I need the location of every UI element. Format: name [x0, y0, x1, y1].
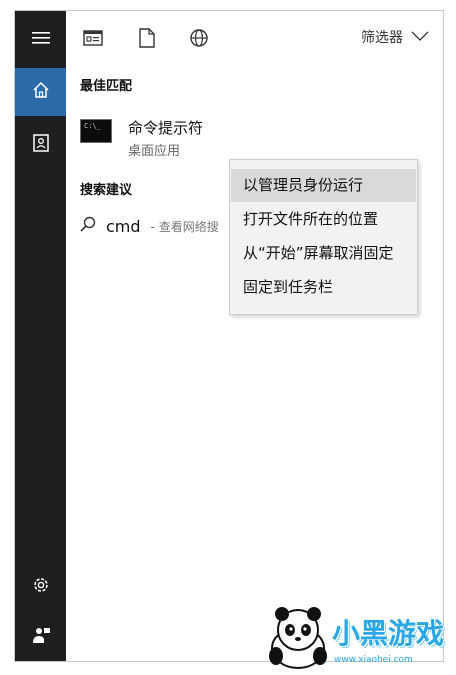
filter-label: 筛选器 [361, 30, 403, 46]
settings-icon [31, 575, 51, 599]
start-search-panel: 筛选器 最佳匹配 C:\_ 命令提示符 桌面应用 搜索建议 cmd - 查看网络… [14, 10, 444, 662]
search-suggestions-heading: 搜索建议 [80, 183, 133, 198]
settings-button[interactable] [15, 563, 66, 611]
menu-item-unpin-from-start[interactable]: 从“开始”屏幕取消固定 [231, 237, 416, 270]
left-rail [15, 11, 66, 661]
context-menu: 以管理员身份运行 打开文件所在的位置 从“开始”屏幕取消固定 固定到任务栏 [229, 159, 418, 315]
home-button[interactable] [15, 68, 66, 116]
home-icon [32, 81, 50, 103]
filter-dropdown[interactable]: 筛选器 [361, 27, 429, 47]
menu-icon [31, 30, 50, 49]
suggestion-hint: - 查看网络搜 [150, 219, 219, 234]
watermark-text: 小黑游戏 [332, 617, 445, 650]
search-results-pane: 筛选器 最佳匹配 C:\_ 命令提示符 桌面应用 搜索建议 cmd - 查看网络… [66, 11, 443, 661]
command-prompt-icon: C:\_ [80, 119, 112, 143]
globe-icon[interactable] [188, 27, 210, 49]
feedback-icon [31, 625, 51, 649]
document-icon[interactable] [136, 27, 158, 49]
document-grid-icon[interactable] [82, 27, 104, 49]
menu-button[interactable] [15, 15, 66, 63]
notebook-icon [32, 134, 49, 156]
watermark-url: www.xiaohei.com [334, 655, 413, 665]
suggestion-item[interactable]: cmd - 查看网络搜 [80, 216, 219, 236]
menu-item-run-as-admin[interactable]: 以管理员身份运行 [231, 169, 416, 202]
suggestion-query: cmd [106, 216, 141, 236]
chevron-down-icon [411, 29, 429, 45]
best-match-heading: 最佳匹配 [80, 79, 133, 94]
search-topbar: 筛选器 [66, 11, 443, 65]
search-icon [80, 216, 96, 236]
best-match-item[interactable]: C:\_ 命令提示符 桌面应用 [80, 113, 410, 161]
notebook-button[interactable] [15, 121, 66, 169]
app-icon-glyph: C:\_ [84, 122, 101, 130]
menu-item-pin-to-taskbar[interactable]: 固定到任务栏 [231, 271, 416, 304]
app-type: 桌面应用 [128, 144, 181, 159]
app-name: 命令提示符 [128, 119, 204, 137]
panda-logo-icon [269, 607, 327, 669]
feedback-button[interactable] [15, 613, 66, 661]
menu-item-open-file-location[interactable]: 打开文件所在的位置 [231, 203, 416, 236]
